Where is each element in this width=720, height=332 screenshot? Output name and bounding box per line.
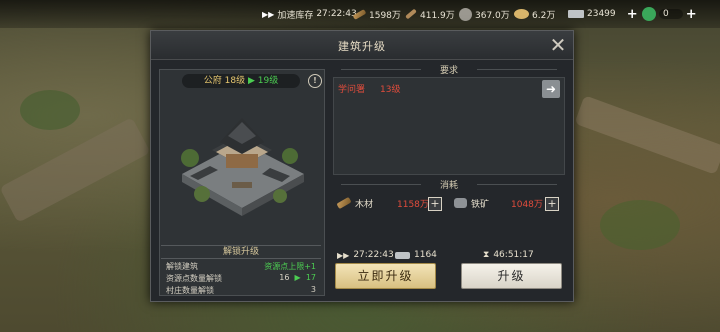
cost-amount: 1158万 bbox=[397, 199, 429, 210]
wood-icon bbox=[336, 196, 352, 210]
level-from: 18级 bbox=[224, 76, 246, 86]
jade-icon bbox=[642, 7, 656, 21]
copper-icon bbox=[395, 251, 410, 259]
unlock-label: 资源点数量解锁 bbox=[166, 274, 222, 283]
resource-jade[interactable]: 0 + bbox=[642, 7, 697, 21]
unlock-value: 资源点上限+1 bbox=[264, 262, 316, 271]
requirement-level: 13级 bbox=[380, 85, 401, 95]
resource-bar: ▶▶ 加速库存 27:22:43 1598万 411.9万 367.0万 6.2… bbox=[0, 0, 720, 28]
accelerate-stock[interactable]: ▶▶ 加速库存 27:22:43 bbox=[262, 7, 357, 21]
copper-stat: 1164 bbox=[395, 250, 437, 260]
fast-forward-icon: ▶▶ bbox=[262, 9, 275, 19]
accelerate-time: 27:22:43 bbox=[316, 9, 357, 19]
instant-upgrade-button[interactable]: 立即升级 bbox=[335, 263, 436, 289]
add-iron-ore-button[interactable]: + bbox=[545, 197, 559, 211]
info-icon[interactable]: ! bbox=[308, 74, 322, 88]
resource-wood[interactable]: 1598万 bbox=[352, 7, 401, 21]
resource-value: 367.0万 bbox=[475, 10, 510, 21]
unlock-row: 村庄数量解锁 3 bbox=[166, 285, 316, 296]
add-wood-button[interactable]: + bbox=[428, 197, 442, 211]
background-tree bbox=[20, 90, 80, 130]
unlock-row: 解锁建筑 资源点上限+1 bbox=[166, 261, 316, 272]
building-panel: 公府 18级 ▶ 19级 ! 解锁升级 解锁建筑 资源点上限+1 资源点数量解锁… bbox=[159, 69, 325, 296]
iron-icon bbox=[405, 8, 417, 20]
wood-icon bbox=[352, 8, 367, 20]
hourglass-icon: ⧗ bbox=[483, 250, 490, 260]
stone-icon bbox=[459, 7, 472, 21]
arrow-right-icon: ▶ bbox=[247, 76, 255, 86]
level-to: 19级 bbox=[257, 76, 279, 86]
requirement-name: 学问署 bbox=[338, 85, 366, 95]
building-image bbox=[181, 118, 304, 216]
iron-ore-icon bbox=[454, 198, 467, 208]
duration-value: 46:51:17 bbox=[493, 250, 534, 260]
cost-name: 铁矿 bbox=[471, 199, 490, 210]
unlock-from: 16 bbox=[279, 273, 290, 282]
upgrade-button[interactable]: 升级 bbox=[461, 263, 562, 289]
unlock-to: 17 bbox=[305, 273, 316, 282]
costs-title: 消耗 bbox=[439, 181, 458, 191]
resource-value: 0 bbox=[659, 9, 683, 19]
close-icon[interactable]: ✕ bbox=[547, 34, 569, 56]
requirements-title: 要求 bbox=[439, 66, 458, 76]
duration-stat: ⧗ 46:51:17 bbox=[483, 250, 534, 260]
unlock-value: 16 ▶ 17 bbox=[279, 273, 316, 282]
fast-forward-icon: ▶▶ bbox=[337, 250, 350, 260]
dialog-title: 建筑升级 bbox=[338, 40, 386, 53]
cost-name: 木材 bbox=[355, 199, 374, 210]
grain-icon bbox=[514, 9, 529, 19]
unlock-row: 资源点数量解锁 16 ▶ 17 bbox=[166, 273, 316, 284]
resource-value: 6.2万 bbox=[532, 10, 556, 21]
background-wall bbox=[574, 95, 720, 175]
go-arrow-button[interactable]: ➜ bbox=[542, 80, 560, 98]
resource-grain[interactable]: 6.2万 bbox=[514, 7, 555, 21]
cost-amount: 1048万 bbox=[511, 199, 543, 210]
arrow-right-icon: ▶ bbox=[292, 273, 304, 282]
add-jade-button[interactable]: + bbox=[686, 8, 697, 21]
unlock-value: 3 bbox=[310, 285, 316, 294]
resource-value: 411.9万 bbox=[420, 10, 455, 21]
requirements-box: 学问署 13级 ➜ bbox=[333, 77, 565, 175]
resource-iron[interactable]: 411.9万 bbox=[405, 7, 455, 21]
resource-value: 23499 bbox=[587, 9, 616, 19]
speedup-time: 27:22:43 bbox=[353, 250, 394, 260]
resource-copper[interactable]: 23499 + bbox=[568, 7, 638, 21]
background-tree bbox=[600, 200, 680, 250]
building-upgrade-dialog: 建筑升级 ✕ 公府 18级 ▶ 19级 ! 解锁升级 解锁建筑 资源点上限+1 … bbox=[150, 30, 574, 302]
level-bar: 公府 18级 ▶ 19级 bbox=[182, 74, 300, 88]
resource-value: 1598万 bbox=[369, 10, 401, 21]
unlock-title: 解锁升级 bbox=[161, 245, 321, 259]
resource-stone[interactable]: 367.0万 bbox=[459, 7, 510, 21]
unlock-label: 解锁建筑 bbox=[166, 262, 198, 271]
copper-value: 1164 bbox=[414, 250, 437, 260]
speedup-stat: ▶▶ 27:22:43 bbox=[337, 250, 394, 260]
accelerate-label: 加速库存 bbox=[277, 10, 314, 21]
dialog-header: 建筑升级 ✕ bbox=[151, 31, 573, 60]
add-copper-button[interactable]: + bbox=[627, 8, 638, 21]
unlock-label: 村庄数量解锁 bbox=[166, 286, 214, 295]
building-name: 公府 bbox=[203, 76, 222, 86]
background-wall bbox=[0, 117, 151, 223]
copper-icon bbox=[568, 10, 584, 18]
